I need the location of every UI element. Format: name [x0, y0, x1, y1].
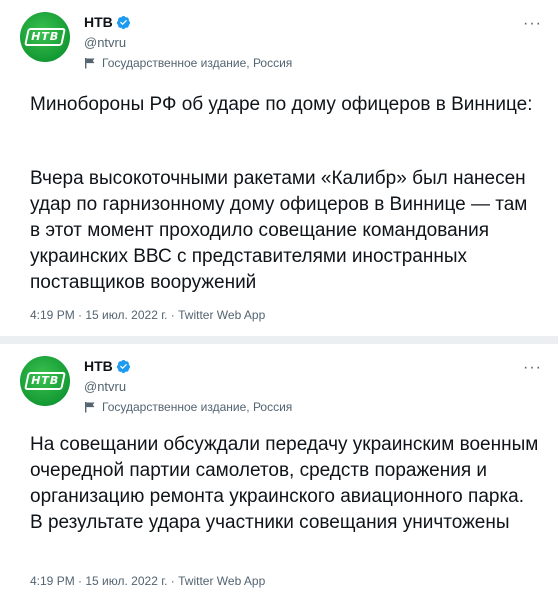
more-options-icon[interactable]: ··· — [523, 360, 542, 376]
tweet-text: Минобороны РФ об ударе по дому офицеров … — [30, 94, 533, 115]
meta-separator: · — [74, 574, 86, 588]
government-label-icon — [85, 58, 95, 69]
tweet-time[interactable]: 4:19 PM — [30, 308, 75, 322]
tweet-card[interactable]: НТВ НТВ @ntvru Государственное издание, … — [0, 0, 558, 336]
author-handle[interactable]: @ntvru — [84, 379, 126, 394]
author-name[interactable]: НТВ — [84, 14, 113, 30]
meta-separator: · — [167, 308, 179, 322]
tweet-text: На совещании обсуждали передачу украинск… — [30, 434, 539, 533]
verified-badge-icon — [116, 15, 130, 29]
avatar[interactable]: НТВ — [20, 356, 70, 406]
state-media-label-text: Государственное издание, Россия — [102, 56, 293, 70]
tweet-date[interactable]: 15 июл. 2022 г. — [85, 574, 167, 588]
tweet-card[interactable]: НТВ НТВ @ntvru Государственное издание, … — [0, 344, 558, 600]
government-label-icon — [85, 402, 95, 413]
tweet-source[interactable]: Twitter Web App — [178, 308, 265, 322]
divider — [0, 336, 558, 344]
verified-badge-icon — [116, 359, 130, 373]
author-handle[interactable]: @ntvru — [84, 35, 126, 50]
tweet-source[interactable]: Twitter Web App — [178, 574, 265, 588]
author-name[interactable]: НТВ — [84, 358, 113, 374]
tweet-time[interactable]: 4:19 PM — [30, 574, 75, 588]
tweet-meta: 4:19 PM · 15 июл. 2022 г. · Twitter Web … — [30, 308, 265, 322]
state-media-label[interactable]: Государственное издание, Россия — [84, 400, 292, 414]
state-media-label-text: Государственное издание, Россия — [102, 400, 293, 414]
meta-separator: · — [167, 574, 179, 588]
tweet-meta: 4:19 PM · 15 июл. 2022 г. · Twitter Web … — [30, 574, 265, 588]
tweet-date[interactable]: 15 июл. 2022 г. — [85, 308, 167, 322]
ntv-logo: НТВ — [24, 372, 66, 390]
meta-separator: · — [74, 308, 86, 322]
state-media-label[interactable]: Государственное издание, Россия — [84, 56, 292, 70]
more-options-icon[interactable]: ··· — [523, 16, 542, 32]
tweet-text: Вчера высокоточными ракетами «Калибр» бы… — [30, 168, 528, 293]
ntv-logo: НТВ — [24, 28, 66, 46]
author-row: НТВ — [84, 14, 131, 30]
author-row: НТВ — [84, 358, 131, 374]
avatar[interactable]: НТВ — [20, 12, 70, 62]
